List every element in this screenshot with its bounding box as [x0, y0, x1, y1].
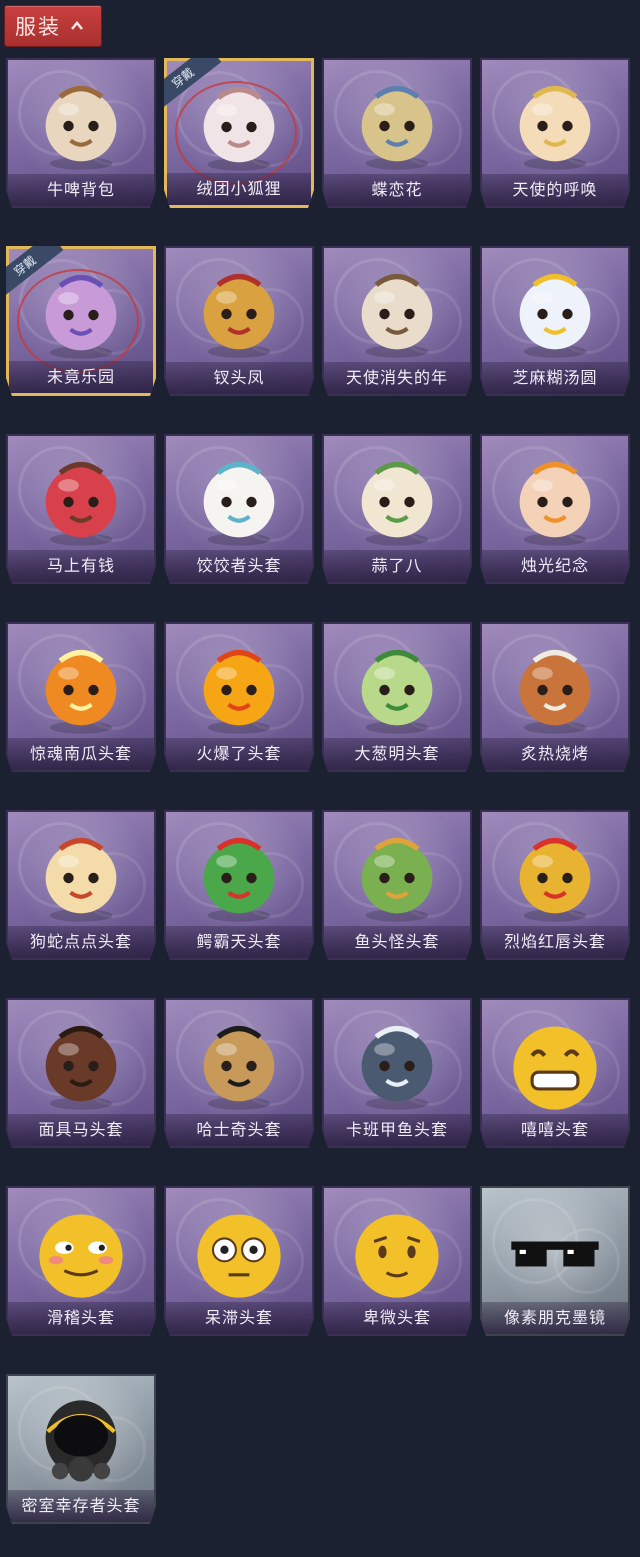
category-title: 服装 — [15, 15, 61, 39]
crocodile-head-icon — [203, 837, 275, 922]
costume-item-label: 未竟乐园 — [9, 361, 153, 393]
costume-item-card[interactable]: 穿戴 绒团小狐狸 — [164, 58, 314, 208]
costume-item-label: 蒜了八 — [324, 550, 470, 582]
costume-item-card[interactable]: 哈士奇头套 — [164, 998, 314, 1148]
horse-mask-icon — [45, 1025, 117, 1110]
garlic-head-icon — [361, 461, 433, 546]
costume-item-label: 像素朋克墨镜 — [482, 1302, 628, 1334]
pumpkin-head-icon — [45, 649, 117, 734]
costume-item-card[interactable]: 烈焰红唇头套 — [480, 810, 630, 960]
horse-money-head-icon — [45, 461, 117, 546]
sesame-dumpling-icon — [519, 273, 591, 358]
costume-item-label: 哈士奇头套 — [166, 1114, 312, 1146]
fire-head-icon — [203, 649, 275, 734]
costume-item-card[interactable]: 像素朋克墨镜 — [480, 1186, 630, 1336]
funny-emoji-head-icon — [39, 1214, 123, 1298]
costume-item-label: 狗蛇点点头套 — [8, 926, 154, 958]
costume-item-card[interactable]: 芝麻糊汤圆 — [480, 246, 630, 396]
yellow-mask-sunglasses-icon — [519, 837, 591, 922]
costume-item-label: 滑稽头套 — [8, 1302, 154, 1334]
dumpling-head-icon — [203, 461, 275, 546]
costume-item-label: 烛光纪念 — [482, 550, 628, 582]
costume-item-card[interactable]: 狗蛇点点头套 — [6, 810, 156, 960]
fish-mask-icon — [361, 837, 433, 922]
costume-item-card[interactable]: 饺饺者头套 — [164, 434, 314, 584]
costume-item-label: 马上有钱 — [8, 550, 154, 582]
costume-item-card[interactable]: 火爆了头套 — [164, 622, 314, 772]
costume-item-card[interactable]: 炙热烧烤 — [480, 622, 630, 772]
costume-item-card[interactable]: 牛啤背包 — [6, 58, 156, 208]
costume-item-card[interactable]: 钗头凤 — [164, 246, 314, 396]
costume-item-card[interactable]: 呆滞头套 — [164, 1186, 314, 1336]
chevron-up-icon — [71, 21, 83, 30]
costume-item-label: 鱼头怪头套 — [324, 926, 470, 958]
costume-item-label: 嘻嘻头套 — [482, 1114, 628, 1146]
costume-item-card[interactable]: 大葱明头套 — [322, 622, 472, 772]
costume-item-card[interactable]: 面具马头套 — [6, 998, 156, 1148]
costume-item-label: 钗头凤 — [166, 362, 312, 394]
costume-item-label: 饺饺者头套 — [166, 550, 312, 582]
costume-item-label: 火爆了头套 — [166, 738, 312, 770]
costume-item-card[interactable]: 烛光纪念 — [480, 434, 630, 584]
costume-item-label: 天使的呼唤 — [482, 174, 628, 206]
costume-item-label: 密室幸存者头套 — [8, 1490, 154, 1522]
paradise-doll-icon — [45, 274, 117, 359]
humble-emoji-head-icon — [355, 1214, 439, 1298]
bbq-meat-head-icon — [519, 649, 591, 734]
lost-angel-doll-icon — [361, 273, 433, 358]
fish-head-icon — [361, 1025, 433, 1110]
costume-item-card[interactable]: 滑稽头套 — [6, 1186, 156, 1336]
costume-item-label: 鳄霸天头套 — [166, 926, 312, 958]
costume-item-card[interactable]: 卡班甲鱼头套 — [322, 998, 472, 1148]
snake-head-icon — [45, 837, 117, 922]
costume-item-label: 绒团小狐狸 — [167, 173, 311, 205]
phoenix-crown-doll-icon — [203, 273, 275, 358]
costume-item-card[interactable]: 鳄霸天头套 — [164, 810, 314, 960]
costume-item-card[interactable]: 惊魂南瓜头套 — [6, 622, 156, 772]
costume-item-card[interactable]: 天使消失的年 — [322, 246, 472, 396]
costume-item-card[interactable]: 蒜了八 — [322, 434, 472, 584]
costume-item-card[interactable]: 嘻嘻头套 — [480, 998, 630, 1148]
stare-emoji-head-icon — [197, 1214, 281, 1298]
costume-item-card[interactable]: 鱼头怪头套 — [322, 810, 472, 960]
costume-item-label: 呆滞头套 — [166, 1302, 312, 1334]
butterfly-bell-icon — [361, 85, 433, 170]
costume-item-label: 天使消失的年 — [324, 362, 470, 394]
costume-item-card[interactable]: 马上有钱 — [6, 434, 156, 584]
gas-mask-helmet-icon — [45, 1400, 117, 1482]
pixel-sunglasses-icon — [511, 1241, 599, 1267]
costume-item-card[interactable]: 天使的呼唤 — [480, 58, 630, 208]
grin-emoji-head-icon — [513, 1026, 597, 1110]
scallion-head-icon — [361, 649, 433, 734]
costume-item-label: 惊魂南瓜头套 — [8, 738, 154, 770]
candle-head-icon — [519, 461, 591, 546]
costume-item-label: 烈焰红唇头套 — [482, 926, 628, 958]
costume-item-label: 牛啤背包 — [8, 174, 154, 206]
costume-item-label: 卑微头套 — [324, 1302, 470, 1334]
husky-mask-icon — [203, 1025, 275, 1110]
costume-item-label: 蝶恋花 — [324, 174, 470, 206]
costume-item-label: 面具马头套 — [8, 1114, 154, 1146]
costume-item-label: 芝麻糊汤圆 — [482, 362, 628, 394]
costume-item-card[interactable]: 卑微头套 — [322, 1186, 472, 1336]
fluffy-fox-icon — [203, 86, 275, 171]
costume-item-label: 大葱明头套 — [324, 738, 470, 770]
costume-item-label: 炙热烧烤 — [482, 738, 628, 770]
costume-item-card[interactable]: 密室幸存者头套 — [6, 1374, 156, 1524]
costume-item-label: 卡班甲鱼头套 — [324, 1114, 470, 1146]
beer-cow-backpack-icon — [45, 85, 117, 170]
costume-item-card[interactable]: 穿戴 未竟乐园 — [6, 246, 156, 396]
costume-category-toggle[interactable]: 服装 — [4, 5, 102, 47]
costume-item-card[interactable]: 蝶恋花 — [322, 58, 472, 208]
costume-grid: 牛啤背包 穿戴 绒团小狐狸 蝶恋花 天使的呼唤穿戴 未竟乐园 钗头凤 天使消失的年 芝麻糊汤圆马… — [6, 58, 636, 1524]
angel-doll-icon — [519, 85, 591, 170]
